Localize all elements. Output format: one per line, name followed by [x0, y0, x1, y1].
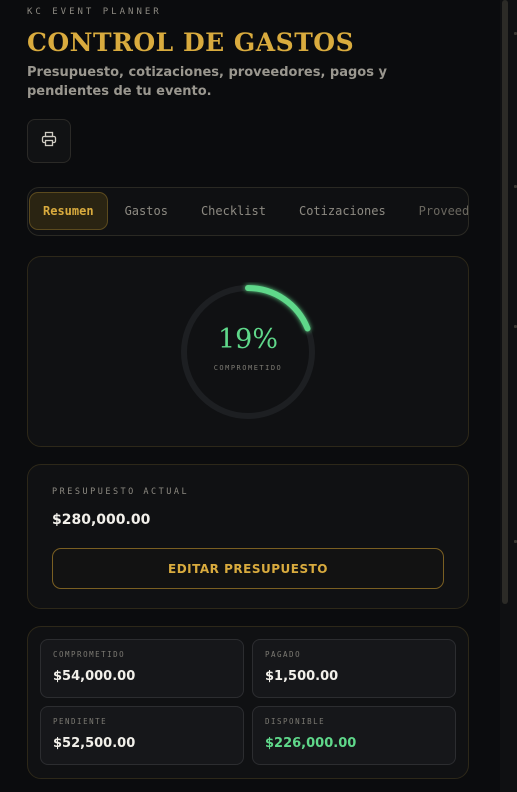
budget-value: $280,000.00 [52, 512, 151, 528]
tab-proveedores[interactable]: Proveedores [403, 193, 468, 229]
stat-comprometido: COMPROMETIDO $54,000.00 [40, 639, 244, 698]
edit-budget-button[interactable]: EDITAR PRESUPUESTO [52, 548, 444, 589]
tab-cotizaciones[interactable]: Cotizaciones [283, 193, 402, 229]
scrollbar[interactable] [500, 0, 517, 792]
print-button[interactable] [27, 119, 71, 163]
stat-pagado: PAGADO $1,500.00 [252, 639, 456, 698]
stat-value: $52,500.00 [53, 736, 136, 751]
budget-card: PRESUPUESTO ACTUAL $280,000.00 EDITAR PR… [27, 464, 469, 609]
stats-card: COMPROMETIDO $54,000.00 PAGADO $1,500.00… [27, 626, 469, 779]
commitment-gauge-card: 19% COMPROMETIDO [27, 256, 469, 447]
tab-resumen[interactable]: Resumen [29, 192, 108, 230]
gauge-label: COMPROMETIDO [213, 364, 283, 372]
printer-icon [41, 131, 57, 151]
tab-checklist[interactable]: Checklist [185, 193, 282, 229]
page-title: CONTROL DE GASTOS [27, 28, 355, 57]
stat-label: COMPROMETIDO [53, 650, 126, 659]
tab-gastos[interactable]: Gastos [109, 193, 184, 229]
gauge-percent: 19% [217, 324, 278, 355]
stat-label: DISPONIBLE [265, 717, 326, 726]
commitment-gauge: 19% COMPROMETIDO [178, 282, 318, 422]
scrollbar-thumb[interactable] [502, 0, 508, 604]
stat-disponible: DISPONIBLE $226,000.00 [252, 706, 456, 765]
stat-value: $54,000.00 [53, 669, 136, 684]
page: KC EVENT PLANNER CONTROL DE GASTOS Presu… [0, 0, 500, 792]
app-eyebrow: KC EVENT PLANNER [27, 7, 162, 17]
stat-value: $226,000.00 [265, 736, 357, 751]
stat-label: PENDIENTE [53, 717, 108, 726]
stat-label: PAGADO [265, 650, 302, 659]
page-subtitle: Presupuesto, cotizaciones, proveedores, … [27, 65, 387, 99]
tab-bar: Resumen Gastos Checklist Cotizaciones Pr… [27, 187, 469, 236]
stat-value: $1,500.00 [265, 669, 339, 684]
budget-label: PRESUPUESTO ACTUAL [52, 487, 190, 497]
stat-pendiente: PENDIENTE $52,500.00 [40, 706, 244, 765]
